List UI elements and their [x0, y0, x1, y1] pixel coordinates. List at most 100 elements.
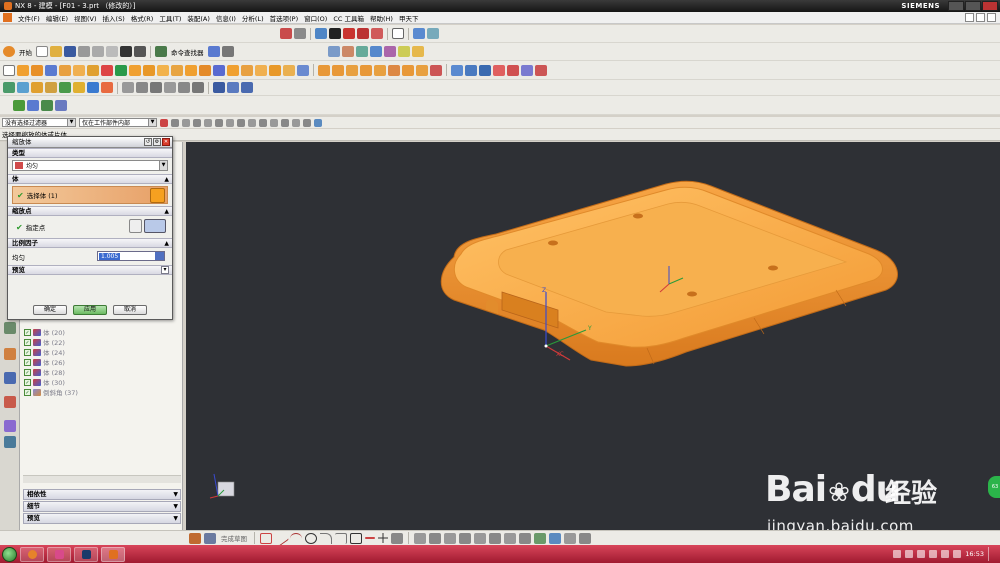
- patch-icon[interactable]: [430, 64, 442, 76]
- finish-sketch-label[interactable]: 完成草图: [221, 533, 247, 543]
- list-item[interactable]: ✓ 倒斜角 (37): [24, 387, 144, 397]
- menu-view[interactable]: 视图(V): [71, 13, 100, 23]
- chamfer-icon[interactable]: [335, 532, 347, 544]
- quick-trim-icon[interactable]: [414, 532, 426, 544]
- close-button[interactable]: [982, 1, 998, 11]
- snap-point-icon[interactable]: [171, 118, 179, 127]
- point-on-face-icon[interactable]: [270, 118, 278, 127]
- unsuppress-icon[interactable]: [59, 82, 71, 93]
- boss-icon[interactable]: [59, 64, 71, 76]
- linear-dimension-icon[interactable]: [192, 82, 204, 93]
- body-section-header[interactable]: 体 ▲: [8, 174, 172, 184]
- spinner-icon[interactable]: [155, 252, 164, 260]
- layer-icon[interactable]: [413, 28, 425, 39]
- offset-curve-icon[interactable]: [459, 532, 471, 544]
- show-desktop-button[interactable]: [988, 547, 994, 561]
- side-badge[interactable]: 63: [988, 476, 1000, 498]
- suppress-icon[interactable]: [45, 82, 57, 93]
- replace-icon[interactable]: [178, 82, 190, 93]
- solid-body-icon[interactable]: [150, 188, 165, 203]
- mid-point-icon[interactable]: [193, 118, 201, 127]
- offset-face-icon[interactable]: [241, 64, 253, 76]
- menu-file[interactable]: 文件(F): [15, 13, 43, 23]
- reuse-library-icon[interactable]: [4, 396, 16, 408]
- explode-icon[interactable]: [383, 46, 396, 57]
- menu-cc-toolbox[interactable]: CC 工具箱: [330, 13, 367, 23]
- geometric-constraint-icon[interactable]: [534, 532, 546, 544]
- pocket-icon[interactable]: [73, 64, 85, 76]
- rapid-dimension-icon[interactable]: [549, 532, 561, 544]
- redo-icon[interactable]: [134, 46, 146, 57]
- render-style-icon[interactable]: [329, 28, 341, 39]
- zoom-icon[interactable]: [294, 28, 306, 39]
- list-item[interactable]: ✓ 体 (20): [24, 327, 144, 337]
- control-point-icon[interactable]: [204, 118, 212, 127]
- intersection-curve-icon[interactable]: [519, 532, 531, 544]
- list-item[interactable]: ✓ 体 (26): [24, 357, 144, 367]
- menu-help[interactable]: 帮助(H): [367, 13, 396, 23]
- shaded-edges-icon[interactable]: [343, 28, 355, 39]
- checkbox-icon[interactable]: ✓: [24, 388, 31, 396]
- start-button[interactable]: 开始: [19, 47, 32, 57]
- pattern-curve-icon[interactable]: [474, 532, 486, 544]
- list-item[interactable]: ✓ 体 (24): [24, 347, 144, 357]
- datum-icon[interactable]: [297, 64, 309, 76]
- shaded-icon[interactable]: [357, 28, 369, 39]
- make-corner-icon[interactable]: [444, 532, 456, 544]
- offset-surface-icon[interactable]: [521, 64, 533, 76]
- close-icon[interactable]: ✕: [162, 138, 170, 146]
- checkbox-icon[interactable]: ✓: [24, 358, 31, 366]
- inspect-icon[interactable]: [55, 99, 67, 111]
- menu-jiatianxia[interactable]: 甲天下: [396, 13, 422, 23]
- doc-minimize-button[interactable]: [965, 13, 974, 22]
- measure-icon[interactable]: [397, 46, 410, 57]
- command-finder-icon[interactable]: [155, 46, 167, 57]
- menu-format[interactable]: 格式(R): [128, 13, 157, 23]
- settings-icon[interactable]: ⚙: [153, 138, 161, 146]
- synchronous-icon[interactable]: [122, 82, 134, 93]
- point-dialog-icon[interactable]: [129, 219, 142, 233]
- thicken-icon[interactable]: [269, 64, 281, 76]
- window-icon[interactable]: [207, 46, 220, 57]
- doc-close-button[interactable]: [987, 13, 996, 22]
- checkbox-icon[interactable]: ✓: [24, 348, 31, 356]
- offset-region-icon[interactable]: [150, 82, 162, 93]
- resize-face-icon[interactable]: [164, 82, 176, 93]
- delete-feature-icon[interactable]: [101, 82, 113, 93]
- circle-icon[interactable]: [305, 532, 317, 544]
- sketch-icon[interactable]: [189, 532, 201, 544]
- details-panel[interactable]: 细节 ▼: [23, 501, 181, 512]
- maximize-button[interactable]: [965, 1, 981, 11]
- type-filter-dropdown[interactable]: 没有选择过滤器 ▼: [2, 118, 76, 127]
- select-body-row[interactable]: ✔ 选择体 (1): [12, 186, 168, 204]
- dependencies-panel[interactable]: 相依性 ▼: [23, 489, 181, 500]
- ok-button[interactable]: 确定: [33, 305, 67, 315]
- component-icon[interactable]: [341, 46, 354, 57]
- checkbox-icon[interactable]: ✓: [24, 378, 31, 386]
- trim-body-icon[interactable]: [185, 64, 197, 76]
- scope-filter-dropdown[interactable]: 仅在工作部件内部 ▼: [79, 118, 157, 127]
- studio-icon[interactable]: [371, 28, 383, 39]
- unite-icon[interactable]: [318, 64, 330, 76]
- tray-icon[interactable]: [905, 550, 914, 558]
- auto-constrain-icon[interactable]: [579, 532, 591, 544]
- tray-icon[interactable]: [917, 550, 926, 558]
- edit-parameters-icon[interactable]: [3, 82, 15, 93]
- info-icon[interactable]: [241, 82, 253, 93]
- surface-icon[interactable]: [451, 64, 463, 76]
- tray-icon[interactable]: [929, 550, 938, 558]
- menu-info[interactable]: 信息(I): [213, 13, 239, 23]
- assembly-icon[interactable]: [327, 46, 340, 57]
- polygon-icon[interactable]: [391, 532, 403, 544]
- specify-point-row[interactable]: ✔ 指定点: [12, 218, 168, 236]
- split-body-icon[interactable]: [199, 64, 211, 76]
- studio-spline-icon[interactable]: [365, 537, 375, 539]
- point-icon[interactable]: [378, 533, 388, 543]
- extrude-icon[interactable]: [17, 64, 29, 76]
- replay-icon[interactable]: [31, 82, 43, 93]
- pad-icon[interactable]: [87, 64, 99, 76]
- groove-icon[interactable]: [115, 64, 127, 76]
- n-sided-icon[interactable]: [493, 64, 505, 76]
- type-section-header[interactable]: 类型: [8, 148, 172, 158]
- trimmed-sheet-icon[interactable]: [535, 64, 547, 76]
